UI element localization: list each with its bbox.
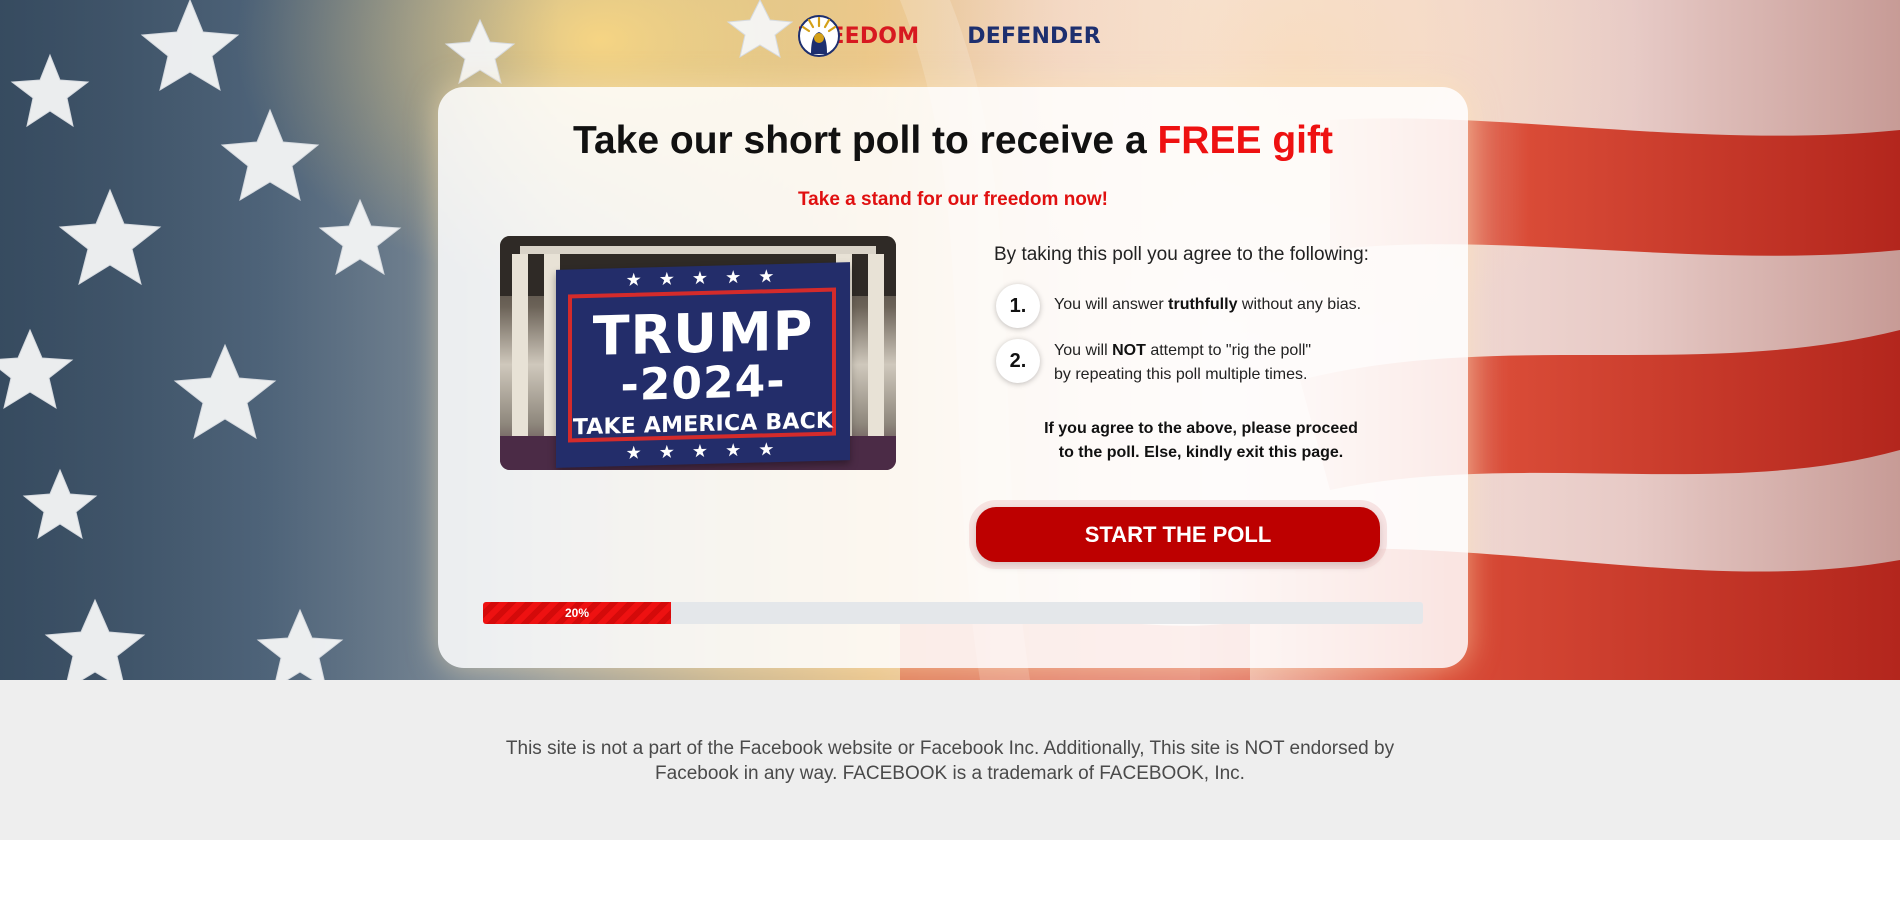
brand-logo[interactable]: FREEDOM DEFENDER xyxy=(797,14,1101,58)
trump-flag-image: ★ ★ ★ ★ ★ TRUMP -2024- TAKE AMERICA BACK… xyxy=(500,236,896,470)
banner-text-line2: -2024- xyxy=(620,355,786,412)
term-text: You will NOT attempt to "rig the poll" by… xyxy=(1054,342,1312,383)
progress-fill: 20% xyxy=(483,602,671,624)
flag-banner: ★ ★ ★ ★ ★ TRUMP -2024- TAKE AMERICA BACK… xyxy=(556,262,850,468)
start-poll-button[interactable]: START THE POLL xyxy=(976,507,1380,562)
poll-card: Take our short poll to receive a FREE gi… xyxy=(438,87,1468,668)
term-text: You will answer truthfully without any b… xyxy=(1054,296,1362,313)
flag-background: FREEDOM DEFENDER Take our short poll to … xyxy=(0,0,1900,680)
liberty-emblem-icon xyxy=(798,14,965,58)
progress-bar: 20% xyxy=(483,602,1423,624)
term-item: 2. You will NOT attempt to "rig the poll… xyxy=(996,339,1311,387)
logo-word-defender: DEFENDER xyxy=(967,23,1101,49)
headline-highlight: FREE gift xyxy=(1157,119,1333,162)
page-subtitle: Take a stand for our freedom now! xyxy=(797,189,1109,210)
footer: This site is not a part of the Facebook … xyxy=(0,680,1900,840)
footer-disclaimer-line2: Facebook in any way. FACEBOOK is a trade… xyxy=(655,763,1245,784)
footer-disclaimer: This site is not a part of the Facebook … xyxy=(0,736,1900,786)
term-item: 1. You will answer truthfully without an… xyxy=(996,284,1361,328)
page-title: Take our short poll to receive a FREE gi… xyxy=(438,119,1468,163)
headline-prefix: Take our short poll to receive a xyxy=(573,119,1158,162)
terms-intro: By taking this poll you agree to the fol… xyxy=(994,244,1369,265)
term-number-badge: 2. xyxy=(996,339,1040,383)
footer-disclaimer-line1: This site is not a part of the Facebook … xyxy=(505,738,1395,759)
term-number-badge: 1. xyxy=(996,284,1040,328)
agreement-note: If you agree to the above, please procee… xyxy=(1044,420,1358,461)
